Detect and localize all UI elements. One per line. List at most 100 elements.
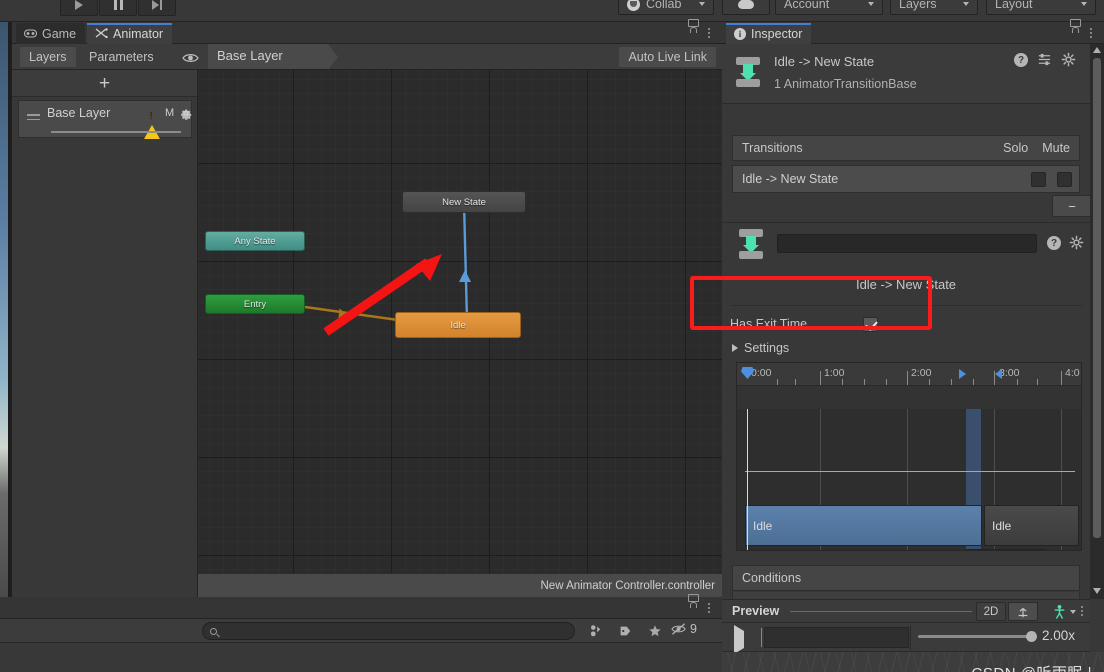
- inspector-tabstrip: i Inspector: [722, 22, 1104, 44]
- layer-item-base-layer[interactable]: Base Layer M: [18, 100, 193, 139]
- transition-help-icon[interactable]: ?: [1047, 236, 1061, 250]
- project-body[interactable]: [0, 643, 722, 672]
- search-input[interactable]: [202, 622, 575, 640]
- scene-view-divider: [0, 22, 12, 597]
- tab-inspector[interactable]: i Inspector: [726, 23, 812, 44]
- remove-transition-button[interactable]: −: [1052, 195, 1092, 217]
- scroll-down-arrow-icon[interactable]: [1093, 588, 1101, 594]
- layers-panel: + Base Layer M: [12, 70, 198, 597]
- layer-warning-button[interactable]: [144, 108, 160, 139]
- collab-dropdown[interactable]: Collab: [618, 0, 714, 15]
- unity-top-toolbar: Collab Account Layers Layout: [0, 0, 1104, 22]
- kebab-menu-icon: [708, 603, 710, 613]
- has-exit-time-label: Has Exit Time: [730, 317, 808, 331]
- preview-play-button[interactable]: [734, 625, 744, 654]
- inspector-menu-button[interactable]: [1090, 28, 1092, 38]
- inspector-window: i Inspector Idle -> New State 1 Animator…: [722, 22, 1104, 672]
- favorites-button[interactable]: [641, 621, 669, 641]
- auto-live-link-button[interactable]: Auto Live Link: [619, 47, 716, 67]
- transition-timeline[interactable]: 0:00 1:00 2:00 3:00 4:0 Idle Idle: [736, 362, 1082, 551]
- watermark-text: CSDN @听雨眠 |: [972, 662, 1092, 672]
- pivot-icon: [1018, 607, 1028, 617]
- inspector-scrollbar[interactable]: [1090, 44, 1104, 599]
- play-button[interactable]: [60, 0, 98, 16]
- cloud-icon: [738, 0, 754, 9]
- transition-list-row[interactable]: Idle -> New State: [732, 165, 1080, 193]
- graph-footer: New Animator Controller.controller: [198, 573, 722, 597]
- tab-animator[interactable]: Animator: [87, 23, 173, 44]
- cloud-button[interactable]: [722, 0, 770, 15]
- avatar-icon: [1054, 604, 1065, 619]
- transition-row-label: Idle -> New State: [742, 172, 839, 186]
- transition-settings-button[interactable]: [1069, 235, 1084, 255]
- animator-state-graph[interactable]: Any State Entry Idle New State: [198, 70, 722, 573]
- animator-tab-parameters[interactable]: Parameters: [80, 47, 163, 67]
- add-layer-button[interactable]: +: [12, 70, 197, 97]
- breadcrumb-chevron-icon: [328, 44, 338, 70]
- chevron-down-icon: [1070, 609, 1076, 614]
- inspector-settings-button[interactable]: [1061, 52, 1076, 72]
- preview-2d-toggle[interactable]: 2D: [976, 602, 1006, 621]
- animator-menu-button[interactable]: [708, 28, 710, 38]
- conditions-section-header[interactable]: Conditions: [732, 565, 1080, 591]
- chevron-down-icon: [963, 2, 969, 6]
- chevron-down-icon: [868, 2, 874, 6]
- play-icon: [734, 625, 744, 654]
- project-menu-button[interactable]: [708, 603, 710, 613]
- animator-icon: [95, 28, 108, 39]
- solo-checkbox[interactable]: [1031, 171, 1046, 187]
- layer-weight-slider[interactable]: [51, 131, 181, 133]
- preview-pivot-button[interactable]: [1008, 602, 1038, 621]
- mute-checkbox[interactable]: [1057, 171, 1072, 187]
- state-node-idle[interactable]: Idle: [395, 312, 521, 338]
- preset-icon[interactable]: [1037, 52, 1052, 72]
- transition-icon: [733, 57, 763, 87]
- has-exit-time-row[interactable]: Has Exit Time: [730, 314, 1082, 334]
- preview-avatar-dropdown[interactable]: [1042, 602, 1086, 621]
- remove-transition-label: −: [1068, 198, 1076, 214]
- tick-label-3: 3:00: [999, 367, 1020, 379]
- exit-time-marker-start[interactable]: [959, 369, 966, 379]
- inspector-scroll-thumb[interactable]: [1093, 58, 1101, 538]
- state-node-new-state[interactable]: New State: [402, 191, 526, 213]
- timeline-clip-new-state[interactable]: New State: [966, 549, 1046, 550]
- layers-dropdown[interactable]: Layers: [890, 0, 978, 15]
- layout-dropdown[interactable]: Layout: [986, 0, 1096, 15]
- tab-game[interactable]: Game: [16, 23, 86, 44]
- preview-controls: 2.00x: [722, 623, 1090, 654]
- transition-name-field[interactable]: [777, 234, 1037, 253]
- layer-settings-button[interactable]: [179, 106, 193, 125]
- step-button[interactable]: [138, 0, 176, 16]
- filter-by-label-button[interactable]: [611, 621, 639, 641]
- animator-tab-layers-label: Layers: [29, 50, 67, 64]
- animator-tab-layers[interactable]: Layers: [20, 47, 76, 67]
- scroll-up-arrow-icon[interactable]: [1093, 47, 1101, 53]
- filter-by-type-button[interactable]: [581, 621, 609, 641]
- timeline-clip-idle-tail[interactable]: Idle: [984, 505, 1079, 546]
- gear-icon: [1061, 52, 1076, 67]
- has-exit-time-checkbox[interactable]: [863, 316, 879, 332]
- preview-timeline-field[interactable]: [764, 627, 909, 648]
- account-dropdown[interactable]: Account: [775, 0, 883, 15]
- graph-visibility-toggle[interactable]: [182, 51, 199, 69]
- timeline-body[interactable]: Idle Idle New State: [737, 409, 1081, 550]
- tick-label-4: 4:0: [1065, 367, 1080, 379]
- help-icon[interactable]: ?: [1014, 53, 1028, 67]
- drag-handle-icon[interactable]: [27, 114, 40, 120]
- gamepad-icon: [24, 29, 37, 38]
- preview-menu-button[interactable]: [1081, 606, 1083, 616]
- exit-time-marker-end[interactable]: [995, 369, 1002, 379]
- transition-detail-icon: [736, 229, 766, 259]
- controller-filename-label: New Animator Controller.controller: [540, 579, 716, 592]
- star-icon: [649, 625, 661, 637]
- state-node-entry[interactable]: Entry: [205, 294, 305, 314]
- preview-viewport[interactable]: CSDN @听雨眠 |: [722, 652, 1104, 672]
- play-icon: [75, 0, 83, 10]
- pause-button[interactable]: [99, 0, 137, 16]
- state-node-any-state[interactable]: Any State: [205, 231, 305, 251]
- timeline-ruler[interactable]: 0:00 1:00 2:00 3:00 4:0: [737, 363, 1081, 386]
- hidden-assets-toggle[interactable]: 9: [671, 622, 697, 636]
- timeline-clip-idle-active[interactable]: Idle: [745, 505, 982, 546]
- settings-foldout[interactable]: Settings: [732, 341, 789, 355]
- breadcrumb-base-layer[interactable]: Base Layer: [208, 44, 328, 69]
